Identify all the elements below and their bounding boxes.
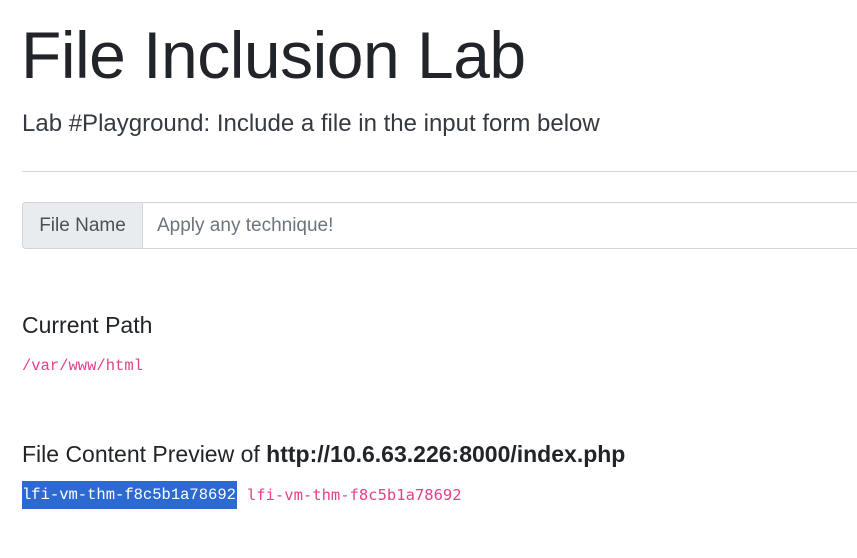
page-subtitle: Lab #Playground: Include a file in the i… [22, 110, 600, 137]
file-content-preview: lfi-vm-thm-f8c5b1a78692 lfi-vm-thm-f8c5b… [22, 481, 462, 509]
file-name-input[interactable] [142, 202, 857, 249]
divider [22, 171, 857, 172]
file-name-input-group: File Name [22, 202, 857, 249]
selected-content-text: lfi-vm-thm-f8c5b1a78692 [22, 481, 237, 509]
file-content-code: lfi-vm-thm-f8c5b1a78692 [246, 486, 462, 504]
file-preview-url: http://10.6.63.226:8000/index.php [266, 441, 626, 467]
page: File Inclusion Lab Lab #Playground: Incl… [0, 0, 857, 558]
current-path-heading: Current Path [22, 312, 153, 338]
current-path-value: /var/www/html [22, 357, 143, 375]
page-title: File Inclusion Lab [21, 18, 526, 92]
file-preview-heading: File Content Preview of http://10.6.63.2… [22, 441, 625, 469]
file-name-label: File Name [22, 202, 142, 249]
file-preview-heading-prefix: File Content Preview of [22, 441, 260, 467]
